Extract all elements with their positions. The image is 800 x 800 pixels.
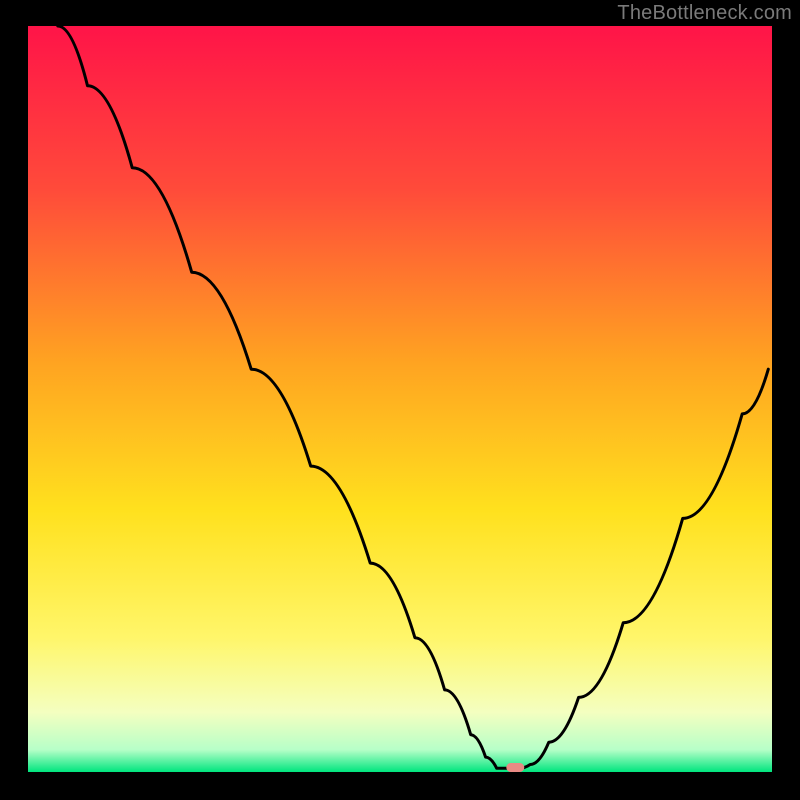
optimal-marker (506, 763, 524, 772)
chart-frame: TheBottleneck.com (0, 0, 800, 800)
plot-svg (28, 26, 772, 772)
watermark-text: TheBottleneck.com (617, 2, 792, 25)
heatmap-background (28, 26, 772, 772)
plot-area (28, 26, 772, 772)
